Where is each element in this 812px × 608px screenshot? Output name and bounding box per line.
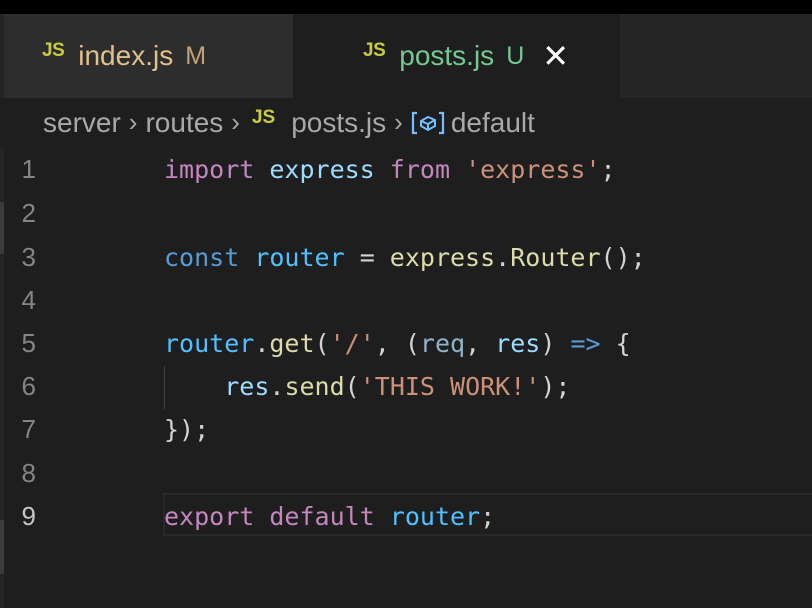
javascript-file-icon: JS — [42, 40, 65, 61]
line-number: 4 — [21, 285, 36, 315]
code-token: => — [570, 329, 601, 358]
code-token: send — [284, 372, 345, 401]
javascript-file-icon: JS — [363, 40, 386, 61]
chevron-right-icon: › — [394, 106, 403, 137]
modified-badge: M — [185, 41, 207, 70]
code-token: = — [344, 243, 390, 272]
line-number: 8 — [21, 458, 36, 488]
tab-gap — [259, 14, 293, 98]
code-token: . — [269, 372, 285, 401]
breadcrumb-item-default[interactable]: default — [451, 107, 535, 139]
line-code: import express from 'express'; — [164, 155, 616, 184]
tab-index-js[interactable]: JS index.js M — [4, 14, 259, 98]
code-token: req — [419, 329, 466, 358]
breadcrumb-item-server[interactable]: server — [43, 107, 121, 139]
code-token: import — [164, 155, 255, 184]
code-token: res — [224, 372, 270, 401]
line-number: 9 — [21, 501, 36, 531]
code-line[interactable]: 9 export default router; — [0, 495, 812, 538]
code-token: ; — [480, 502, 496, 531]
code-line[interactable]: 2 — [0, 192, 812, 235]
code-token: 'THIS WORK!' — [359, 372, 541, 401]
code-token: default — [269, 502, 375, 531]
window-top-bar — [0, 0, 812, 14]
code-line[interactable]: 1 import express from 'express'; — [0, 148, 812, 191]
code-line[interactable]: 6 res.send('THIS WORK!'); — [0, 365, 812, 408]
code-token: { — [600, 329, 631, 358]
variable-symbol-icon — [411, 110, 445, 136]
code-token: ); — [540, 372, 571, 401]
code-token: export — [164, 502, 255, 531]
line-number: 1 — [21, 154, 36, 184]
line-code: res.send('THIS WORK!'); — [164, 372, 570, 401]
code-token: from — [389, 155, 451, 184]
code-token: get — [269, 329, 315, 358]
tab-label: posts.js — [399, 40, 495, 71]
tab-posts-js[interactable]: JS posts.js U ✕ — [293, 14, 620, 98]
line-code: }); — [164, 415, 209, 444]
code-token: . — [254, 329, 270, 358]
code-token: (); — [600, 243, 646, 272]
code-editor[interactable]: 1 import express from 'express'; 2 3 const r… — [0, 148, 812, 608]
untracked-badge: U — [506, 41, 525, 70]
editor-tab-bar: JS index.js M JS posts.js U ✕ — [0, 14, 812, 98]
code-token: }); — [164, 415, 210, 444]
line-number: 7 — [21, 414, 36, 444]
chevron-right-icon: › — [128, 106, 138, 137]
code-token: , — [465, 329, 496, 358]
breadcrumb-item-routes[interactable]: routes — [145, 107, 223, 139]
close-icon[interactable]: ✕ — [542, 40, 569, 72]
line-number: 2 — [21, 198, 36, 228]
line-number: 6 — [21, 371, 36, 401]
line-number: 3 — [21, 242, 36, 272]
line-code: router.get('/', (req, res) => { — [164, 329, 631, 358]
code-token: Router — [510, 243, 601, 272]
tab-label: index.js — [78, 40, 174, 71]
line-code: export default router; — [164, 502, 495, 531]
code-token: ; — [600, 155, 616, 184]
breadcrumb-item-posts-js[interactable]: posts.js — [291, 107, 386, 139]
line-code: const router = express.Router(); — [164, 243, 646, 272]
code-line[interactable]: 4 — [0, 279, 812, 322]
code-token: const — [164, 243, 240, 272]
line-number: 5 — [21, 328, 36, 358]
code-token: '/' — [329, 329, 375, 358]
chevron-right-icon: › — [231, 106, 240, 137]
code-token: router — [389, 502, 481, 531]
code-line[interactable]: 5 router.get('/', (req, res) => { — [0, 322, 812, 365]
code-token: ( — [314, 329, 330, 358]
code-token: express — [269, 155, 375, 184]
code-token: . — [495, 243, 511, 272]
code-line[interactable]: 3 const router = express.Router(); — [0, 236, 812, 279]
code-line[interactable]: 8 — [0, 452, 812, 495]
code-token: , ( — [374, 329, 420, 358]
code-token: ) — [540, 329, 571, 358]
code-token: res — [495, 329, 541, 358]
code-token: router — [254, 243, 345, 272]
javascript-file-icon: JS — [251, 107, 276, 128]
code-token: 'express' — [465, 155, 601, 184]
code-token: ( — [344, 372, 360, 401]
code-token: router — [164, 329, 255, 358]
breadcrumb: server › routes › JS posts.js › default — [0, 98, 812, 148]
code-token: express — [389, 243, 496, 272]
code-line[interactable]: 7}); — [0, 408, 812, 451]
